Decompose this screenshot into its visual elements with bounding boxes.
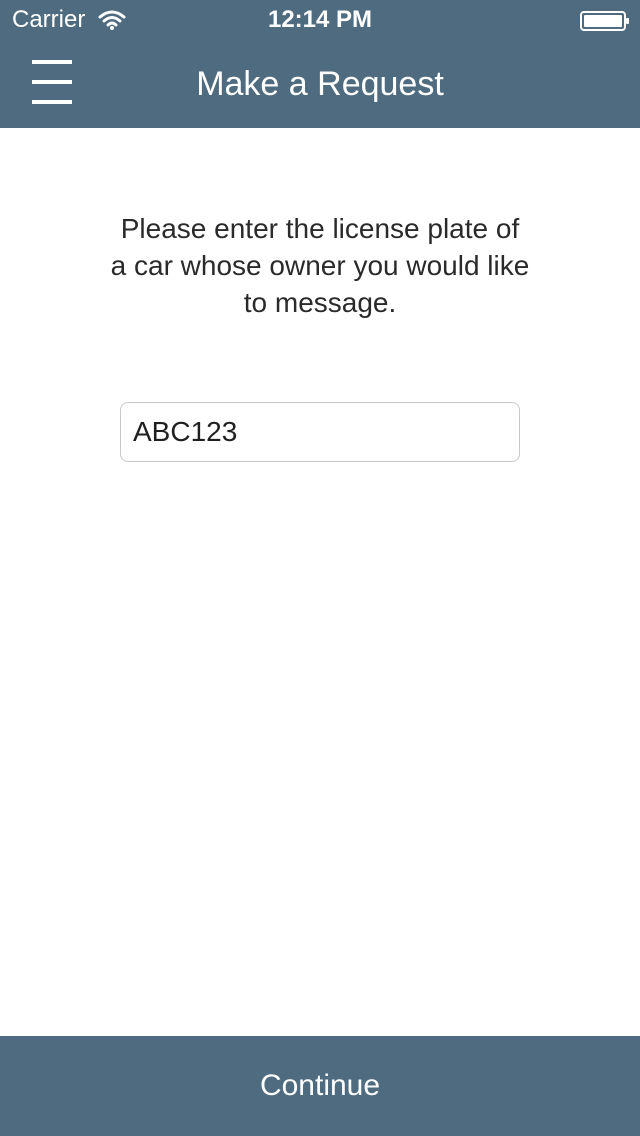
status-time: 12:14 PM	[267, 6, 373, 33]
page-title: Make a Request	[196, 65, 444, 103]
top-bar: Carrier 12:14 PM Make a Request	[0, 0, 640, 128]
instructions-text: Please enter the license plate of a car …	[110, 213, 530, 318]
status-bar: Carrier 12:14 PM	[0, 0, 640, 40]
battery-icon	[580, 11, 629, 31]
request-screen: Carrier 12:14 PM Make a Request Please e…	[0, 0, 640, 1136]
continue-button[interactable]: Continue	[0, 1036, 640, 1136]
license-plate-input[interactable]	[120, 402, 520, 462]
navigation-bar: Make a Request	[0, 40, 640, 128]
